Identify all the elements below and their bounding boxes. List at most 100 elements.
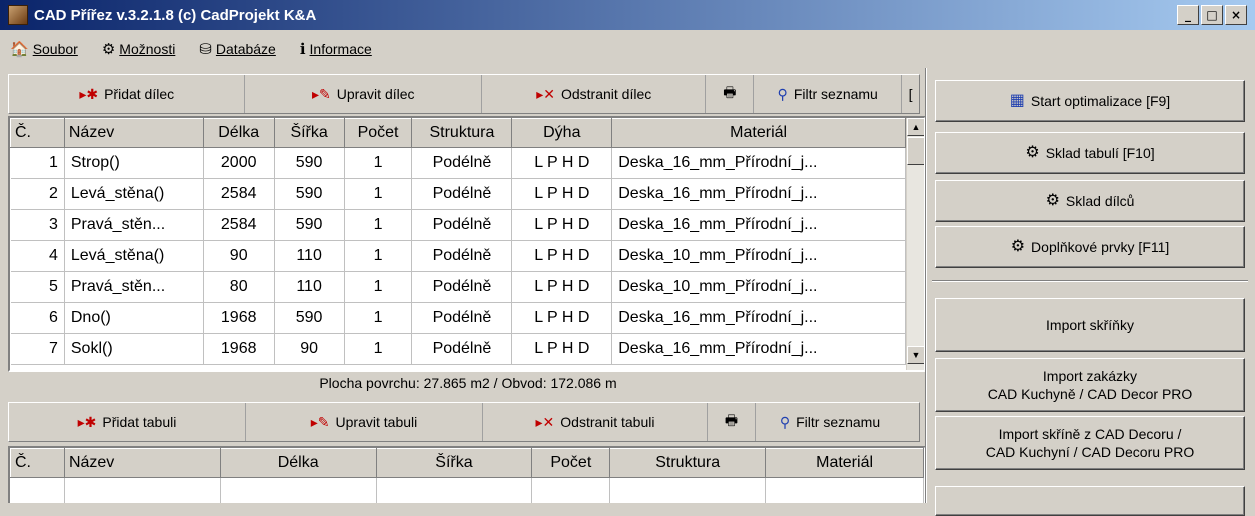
table-cell: 6	[10, 302, 65, 334]
col-nazev[interactable]: Název	[63, 118, 204, 148]
col-nazev[interactable]: Název	[63, 448, 221, 478]
parts-toolbar-overflow[interactable]: [	[902, 75, 919, 113]
menu-moznosti[interactable]: ⚙ Možnosti	[102, 40, 175, 58]
import-order-label-1: Import zakázky	[1042, 368, 1138, 384]
menu-databaze-label: Databáze	[215, 41, 276, 57]
col-material[interactable]: Materiál	[765, 448, 924, 478]
col-sirka[interactable]: Šířka	[273, 118, 345, 148]
panel-divider	[925, 68, 927, 503]
start-optimization-button[interactable]: ▦ Start optimalizace [F9]	[935, 80, 1245, 122]
app-icon	[8, 5, 28, 25]
print-boards-button[interactable]: 🖶	[708, 403, 756, 441]
table-row[interactable]: 7 Sokl() 1968 90 1 Podélně L P H D Deska_16_mm_…	[10, 333, 906, 365]
table-row[interactable]: 4 Levá_stěna() 90 110 1 Podélně L P H D Deska_1…	[10, 240, 906, 272]
delete-board-button[interactable]: ▸✕ Odstranit tabuli	[483, 403, 708, 441]
col-delka[interactable]: Délka	[219, 448, 377, 478]
parts-table-grid: Č. Název Délka Šířka Počet Struktura Dýh…	[10, 118, 906, 365]
stock-icon: ⚙	[1025, 144, 1040, 161]
edit-board-button[interactable]: ▸✎ Upravit tabuli	[246, 403, 483, 441]
edit-icon: ▸✎	[310, 413, 330, 430]
col-pocet[interactable]: Počet	[343, 118, 413, 148]
table-row[interactable]	[10, 477, 924, 503]
menu-databaze[interactable]: ⛁ Databáze	[199, 40, 276, 58]
import-decor-button[interactable]: Import skříně z CAD Decoru / CAD Kuchyní …	[935, 416, 1245, 470]
col-material[interactable]: Materiál	[611, 118, 906, 148]
col-struktura[interactable]: Struktura	[411, 118, 513, 148]
table-cell: Deska_16_mm_Přírodní_j...	[611, 147, 906, 179]
table-cell: 3	[10, 209, 65, 241]
delete-part-button[interactable]: ▸✕ Odstranit dílec	[482, 75, 707, 113]
filter-boards-button[interactable]: ⚲ Filtr seznamu	[756, 403, 904, 441]
settings-icon: ⚙	[101, 41, 116, 58]
start-optimization-label: Start optimalizace [F9]	[1030, 93, 1171, 109]
col-pocet[interactable]: Počet	[531, 448, 611, 478]
col-struktura[interactable]: Struktura	[609, 448, 767, 478]
table-row[interactable]: 1 Strop() 2000 590 1 Podélně L P H D Deska_16_m…	[10, 147, 906, 179]
add-part-button[interactable]: ▸✱ Přidat dílec	[9, 75, 246, 113]
import-cabinet-button[interactable]: Import skříňky	[935, 298, 1245, 352]
parts-table-header: Č. Název Délka Šířka Počet Struktura Dýh…	[10, 118, 906, 148]
filter-icon: ⚲	[779, 413, 791, 430]
table-cell: Deska_16_mm_Přírodní_j...	[611, 302, 906, 334]
table-cell: Pravá_stěn...	[64, 271, 204, 303]
table-cell: 110	[274, 240, 345, 272]
add-board-label: Přidat tabuli	[102, 414, 177, 430]
table-cell: Deska_10_mm_Přírodní_j...	[611, 271, 906, 303]
boards-table-grid: Č. Název Délka Šířka Počet Struktura Mat…	[10, 448, 924, 503]
filter-parts-label: Filtr seznamu	[793, 86, 878, 102]
table-row[interactable]: 5 Pravá_stěn... 80 110 1 Podélně L P H D Deska_…	[10, 271, 906, 303]
col-delka[interactable]: Délka	[202, 118, 275, 148]
part-stock-button[interactable]: ⚙ Sklad dílců	[935, 180, 1245, 222]
table-cell: 110	[274, 271, 345, 303]
add-board-button[interactable]: ▸✱ Přidat tabuli	[9, 403, 246, 441]
import-decor-label-1: Import skříně z CAD Decoru /	[998, 426, 1182, 442]
parts-scrollbar[interactable]: ▲ ▼	[906, 118, 924, 370]
table-cell: 590	[274, 178, 345, 210]
add-icon: ▸✱	[79, 85, 99, 102]
table-cell: 1	[344, 271, 413, 303]
scroll-up-button[interactable]: ▲	[907, 118, 924, 136]
table-cell: Podélně	[411, 178, 513, 210]
menu-soubor[interactable]: 🏠 Soubor	[10, 40, 78, 58]
minimize-button[interactable]: _	[1177, 5, 1199, 25]
scroll-thumb[interactable]	[907, 137, 924, 165]
edit-part-label: Upravit dílec	[336, 86, 415, 102]
table-cell: 1	[344, 333, 413, 365]
printer-icon: 🖶	[724, 412, 739, 428]
filter-parts-button[interactable]: ⚲ Filtr seznamu	[754, 75, 903, 113]
scroll-down-button[interactable]: ▼	[907, 346, 924, 364]
import-order-button[interactable]: Import zakázky CAD Kuchyně / CAD Decor PR…	[935, 358, 1245, 412]
table-row[interactable]: 3 Pravá_stěn... 2584 590 1 Podélně L P H D Desk…	[10, 209, 906, 241]
edit-part-button[interactable]: ▸✎ Upravit dílec	[245, 75, 482, 113]
table-cell: L P H D	[511, 333, 613, 365]
menu-moznosti-label: Možnosti	[119, 41, 176, 57]
col-cislo[interactable]: Č.	[10, 118, 65, 148]
close-button[interactable]: ×	[1225, 5, 1247, 25]
window-title: CAD Přířez v.3.2.1.8 (c) CadProjekt K&A	[34, 6, 317, 24]
maximize-button[interactable]: □	[1201, 5, 1223, 25]
parts-toolbar: ▸✱ Přidat dílec ▸✎ Upravit dílec ▸✕ Odstran…	[8, 74, 920, 114]
sheet-stock-button[interactable]: ⚙ Sklad tabulí [F10]	[935, 132, 1245, 174]
table-cell: Pravá_stěn...	[64, 209, 204, 241]
surface-status: Plocha povrchu: 27.865 m2 / Obvod: 172.0…	[319, 375, 617, 391]
right-panel-extra-button[interactable]	[935, 486, 1245, 516]
table-cell: Deska_16_mm_Přírodní_j...	[611, 333, 906, 365]
table-row[interactable]: 6 Dno() 1968 590 1 Podélně L P H D Deska_16_mm_…	[10, 302, 906, 334]
table-cell: Levá_stěna()	[64, 240, 204, 272]
table-cell: Podélně	[411, 271, 513, 303]
extras-button[interactable]: ⚙ Doplňkové prvky [F11]	[935, 226, 1245, 268]
boards-table-body	[10, 477, 924, 503]
add-part-label: Přidat dílec	[104, 86, 175, 102]
print-parts-button[interactable]: 🖶	[706, 75, 755, 113]
table-cell: Sokl()	[64, 333, 204, 365]
table-cell: L P H D	[511, 302, 613, 334]
table-row[interactable]: 2 Levá_stěna() 2584 590 1 Podélně L P H D Deska…	[10, 178, 906, 210]
right-panel-separator	[932, 280, 1248, 282]
col-dyha[interactable]: Dýha	[511, 118, 613, 148]
menu-informace[interactable]: ℹ Informace	[300, 40, 372, 58]
col-cislo[interactable]: Č.	[10, 448, 65, 478]
col-sirka[interactable]: Šířka	[375, 448, 533, 478]
part-stock-label: Sklad dílců	[1065, 193, 1135, 209]
printer-icon: 🖶	[723, 84, 737, 100]
table-cell: 590	[274, 302, 345, 334]
